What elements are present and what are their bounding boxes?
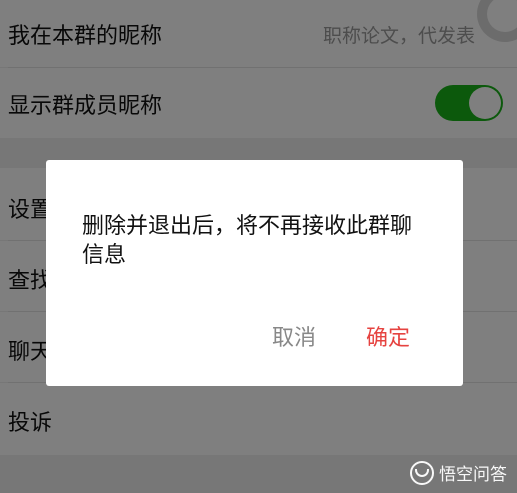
- watermark: 悟空问答: [410, 460, 507, 485]
- wukong-logo-icon: [410, 460, 434, 485]
- cancel-button[interactable]: 取消: [272, 324, 316, 354]
- confirm-dialog: 删除并退出后，将不再接收此群聊信息 取消 确定: [46, 160, 463, 386]
- confirm-button[interactable]: 确定: [366, 324, 410, 354]
- dialog-message: 删除并退出后，将不再接收此群聊信息: [82, 214, 413, 268]
- watermark-text: 悟空问答: [439, 465, 507, 485]
